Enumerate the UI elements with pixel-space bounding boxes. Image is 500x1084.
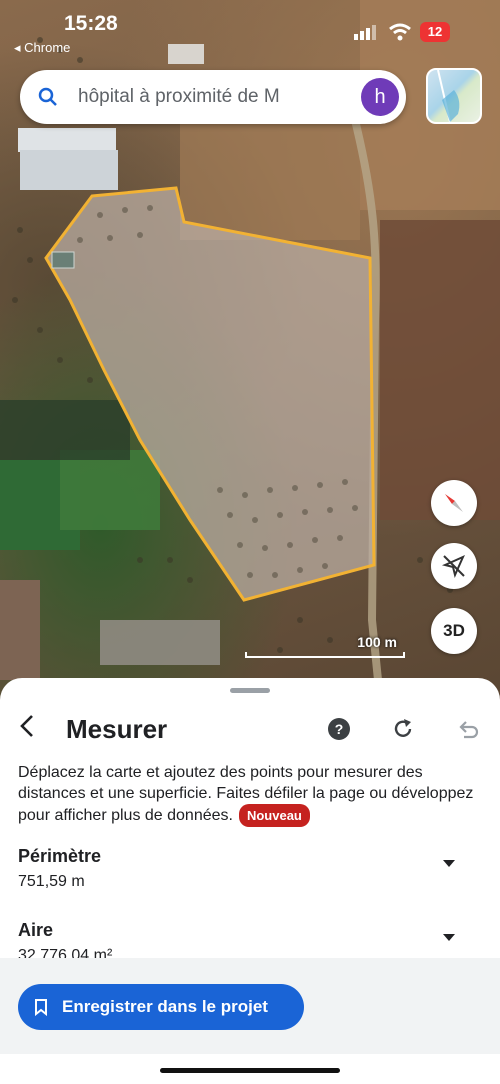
- back-to-app-link[interactable]: ◂ Chrome: [14, 40, 70, 56]
- measure-description: Déplacez la carte et ajoutez des points …: [18, 762, 488, 827]
- navigation-off-icon: [441, 555, 465, 579]
- scale-label: 100 m: [357, 634, 397, 650]
- new-badge: Nouveau: [238, 804, 310, 827]
- search-icon: [38, 87, 57, 106]
- 3d-button[interactable]: 3D: [431, 608, 477, 654]
- search-input[interactable]: hôpital à proximité de M: [78, 86, 368, 108]
- map-thumbnail-icon: [437, 70, 460, 122]
- measured-area: [44, 186, 376, 602]
- perimeter-label: Périmètre: [18, 846, 102, 866]
- bookmark-icon: [35, 999, 47, 1016]
- battery-indicator: 12: [420, 22, 450, 42]
- satellite-map[interactable]: 15:28 ◂ Chrome 12 hôpital à proximité de…: [0, 0, 500, 700]
- page-title: Mesurer: [66, 714, 168, 744]
- search-bar[interactable]: hôpital à proximité de M h: [20, 70, 406, 124]
- redo-icon[interactable]: [390, 716, 416, 742]
- help-icon[interactable]: ?: [326, 716, 352, 742]
- scale-bar: 100 m: [245, 632, 405, 662]
- area-label: Aire: [18, 920, 54, 940]
- perimeter-row[interactable]: Périmètre 751,59 m: [18, 846, 478, 891]
- home-indicator[interactable]: [160, 1068, 340, 1073]
- save-button-label: Enregistrer dans le projet: [62, 997, 268, 1016]
- chevron-down-icon[interactable]: [442, 858, 456, 868]
- scale-line: [245, 652, 405, 658]
- sheet-footer: Enregistrer dans le projet: [0, 958, 500, 1054]
- measure-sheet: Mesurer ? Déplacez la carte et ajoutez d…: [0, 678, 500, 1084]
- avatar[interactable]: h: [361, 78, 399, 116]
- svg-text:?: ?: [335, 721, 344, 737]
- compass-button[interactable]: [431, 480, 477, 526]
- perimeter-value: 751,59 m: [18, 873, 85, 890]
- save-to-project-button[interactable]: Enregistrer dans le projet: [18, 984, 304, 1030]
- undo-icon[interactable]: [456, 716, 482, 742]
- sheet-drag-handle[interactable]: [230, 688, 270, 693]
- compass-icon: [445, 494, 463, 512]
- location-off-button[interactable]: [431, 543, 477, 589]
- wifi-icon: [389, 23, 411, 41]
- back-arrow-icon[interactable]: [14, 712, 42, 740]
- chevron-down-icon[interactable]: [442, 932, 456, 942]
- signal-icon: [354, 25, 376, 40]
- status-time: 15:28: [64, 12, 118, 35]
- map-layers-button[interactable]: [426, 68, 482, 124]
- status-bar: 15:28 ◂ Chrome 12: [0, 0, 500, 60]
